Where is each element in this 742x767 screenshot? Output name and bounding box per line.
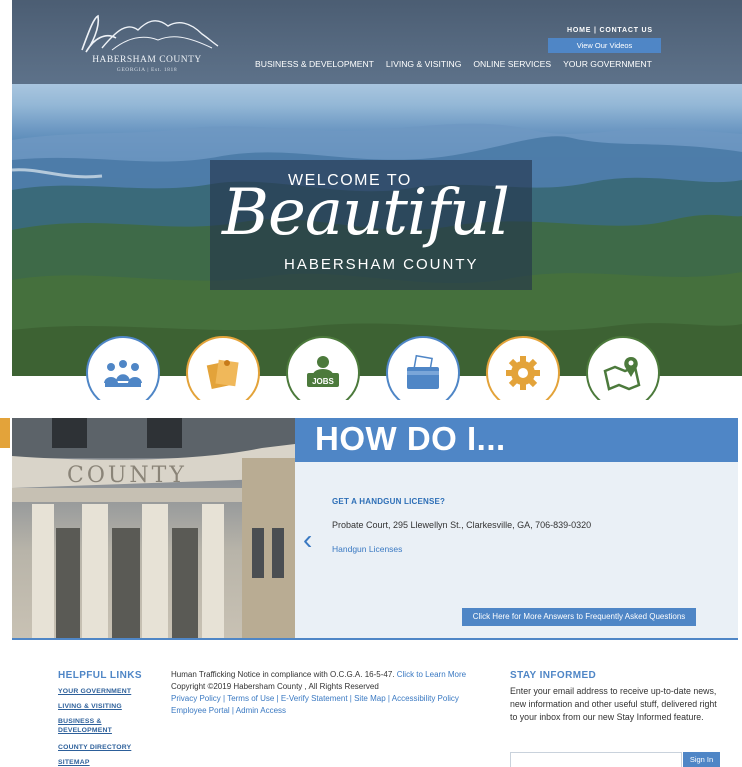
quick-link-payments[interactable] <box>386 336 460 400</box>
how-do-i-section: COUNTY HOW DO I... ‹ GET A HANDGUN LICEN… <box>12 418 738 640</box>
quick-links: JOBS <box>12 336 742 400</box>
site-map-link[interactable]: Site Map <box>354 694 386 703</box>
trafficking-notice: Human Trafficking Notice in compliance w… <box>171 670 466 680</box>
contact-us-link[interactable]: CONTACT US <box>599 27 652 34</box>
logo-title: HABERSHAM COUNTY <box>92 55 202 65</box>
courthouse-illustration: COUNTY <box>12 418 295 640</box>
chevron-left-icon[interactable]: ‹ <box>303 526 312 554</box>
footer-link-living-visiting[interactable]: LIVING & VISITING <box>58 702 122 711</box>
footer-policy-links: Privacy Policy | Terms of Use | E-Verify… <box>171 694 459 704</box>
nav-business-development[interactable]: BUSINESS & DEVELOPMENT <box>255 59 374 69</box>
site-header: HABERSHAM COUNTY GEORGIA | Est. 1818 HOM… <box>12 0 742 84</box>
copyright-text: Copyright ©2019 Habersham County , All R… <box>171 682 379 691</box>
orange-side-tab <box>0 418 10 448</box>
page: HABERSHAM COUNTY GEORGIA | Est. 1818 HOM… <box>0 0 742 767</box>
copyright: Copyright ©2019 Habersham County , All R… <box>171 682 379 692</box>
meeting-people-icon <box>104 360 142 387</box>
jobs-icon-label: JOBS <box>312 377 334 386</box>
courthouse-photo: COUNTY <box>12 418 295 640</box>
faq-question[interactable]: GET A HANDGUN LICENSE? <box>332 497 445 506</box>
notice-board-icon <box>206 359 239 390</box>
terms-of-use-link[interactable]: Terms of Use <box>227 694 274 703</box>
accessibility-policy-link[interactable]: Accessibility Policy <box>392 694 459 703</box>
how-do-i-header: HOW DO I... <box>295 418 738 462</box>
footer-link-your-government[interactable]: YOUR GOVERNMENT <box>58 687 131 696</box>
payment-wallet-icon <box>407 354 439 389</box>
welcome-beautiful-text: Beautiful <box>222 176 510 250</box>
faq-answer-link[interactable]: Handgun Licenses <box>332 544 402 554</box>
quick-link-meetings[interactable] <box>86 336 160 400</box>
utility-links: HOME | CONTACT US <box>567 27 653 34</box>
quick-link-notices[interactable] <box>186 336 260 400</box>
welcome-banner: WELCOME TO Beautiful HABERSHAM COUNTY <box>210 160 532 290</box>
footer-link-development[interactable]: DEVELOPMENT <box>58 726 112 735</box>
faq-panel: ‹ GET A HANDGUN LICENSE? Probate Court, … <box>295 462 738 640</box>
nav-online-services[interactable]: ONLINE SERVICES <box>473 59 551 69</box>
e-verify-link[interactable]: E-Verify Statement <box>281 694 348 703</box>
footer-portal-links: Employee Portal | Admin Access <box>171 706 286 716</box>
employee-portal-link[interactable]: Employee Portal <box>171 706 230 715</box>
faq-answer: Probate Court, 295 Llewellyn St., Clarke… <box>332 520 592 530</box>
learn-more-link[interactable]: Click to Learn More <box>397 670 466 679</box>
view-videos-button[interactable]: View Our Videos <box>548 38 661 53</box>
courthouse-engraving: COUNTY <box>67 463 187 488</box>
jobs-icon: JOBS <box>307 356 339 387</box>
sign-in-button[interactable]: Sign In <box>683 752 720 767</box>
admin-access-link[interactable]: Admin Access <box>236 706 286 715</box>
more-faq-button[interactable]: Click Here for More Answers to Frequentl… <box>462 608 696 626</box>
email-field[interactable] <box>510 752 682 767</box>
map-pin-icon <box>603 357 641 391</box>
stay-informed-title: STAY INFORMED <box>510 670 597 681</box>
logo-subtitle: GEORGIA | Est. 1818 <box>116 67 178 73</box>
gear-icon <box>506 356 540 390</box>
how-do-i-title: HOW DO I... <box>315 420 506 457</box>
quick-link-services[interactable] <box>486 336 560 400</box>
quick-link-maps[interactable] <box>586 336 660 400</box>
nav-your-government[interactable]: YOUR GOVERNMENT <box>563 59 652 69</box>
home-link[interactable]: HOME <box>567 27 591 34</box>
stay-informed-text: Enter your email address to receive up-t… <box>510 686 717 722</box>
privacy-policy-link[interactable]: Privacy Policy <box>171 694 221 703</box>
site-footer: HELPFUL LINKS YOUR GOVERNMENT LIVING & V… <box>0 640 742 767</box>
footer-link-sitemap[interactable]: SITEMAP <box>58 758 90 767</box>
nav-living-visiting[interactable]: LIVING & VISITING <box>386 59 461 69</box>
welcome-county-text: HABERSHAM COUNTY <box>284 256 479 273</box>
main-navigation: BUSINESS & DEVELOPMENT LIVING & VISITING… <box>255 59 652 69</box>
trafficking-notice-text: Human Trafficking Notice in compliance w… <box>171 670 395 679</box>
footer-link-business[interactable]: BUSINESS & <box>58 717 102 726</box>
quick-link-jobs[interactable]: JOBS <box>286 336 360 400</box>
utility-separator: | <box>593 27 597 34</box>
home-screenshot-top: HABERSHAM COUNTY GEORGIA | Est. 1818 HOM… <box>12 0 742 400</box>
helpful-links-title: HELPFUL LINKS <box>58 670 142 681</box>
footer-link-county-directory[interactable]: COUNTY DIRECTORY <box>58 743 131 752</box>
